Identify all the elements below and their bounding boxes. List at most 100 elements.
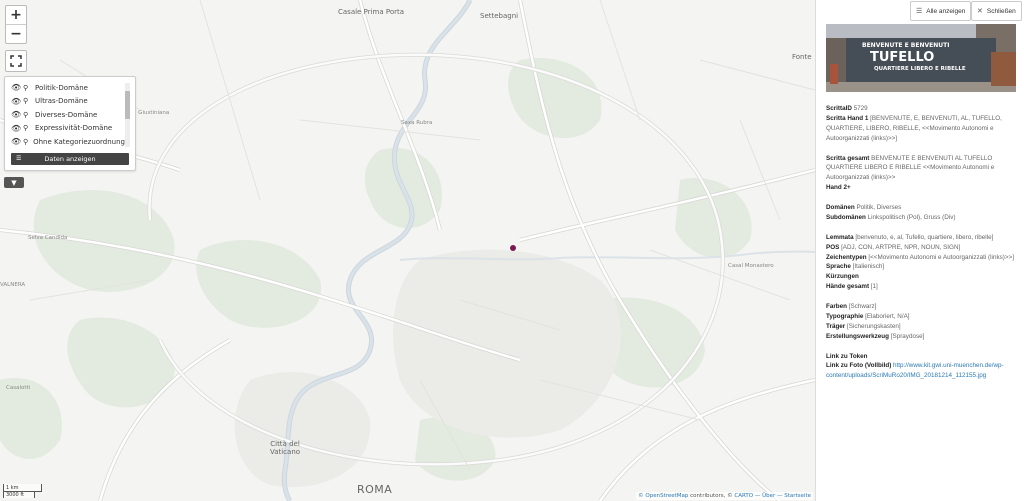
list-icon: ☰ [16,155,22,162]
close-icon: ✕ [977,8,983,15]
zoom-in-button[interactable]: + [6,6,26,24]
info-value: Linkspolitisch (Pol), Gruss (Div) [867,213,956,221]
info-label: Typographie [826,312,864,320]
info-label: Link zu Foto (Vollbild) [826,362,892,370]
place-label: Città del Vaticano [269,440,301,456]
scrollbar-thumb[interactable] [125,91,130,119]
info-value: [benvenuto, e, al, Tufello, quartiere, l… [855,233,994,241]
layer-label: Ultras-Domäne [35,97,88,106]
info-label: ScrittaID [826,105,852,112]
info-label: POS [826,243,840,251]
zoom-control: + − [5,5,27,44]
layer-label: Diverses-Domäne [35,110,98,119]
close-button[interactable]: ✕ Schließen [971,1,1022,21]
info-value: [<<Movimento Autonomi e Autoorganizzati … [868,253,1014,261]
info-row: ScrittaID 5729 [826,104,1020,114]
layer-label: Expressivität-Domäne [35,124,113,133]
info-row: Hand 2+ [826,183,1020,193]
info-value: [Italienisch] [852,263,885,271]
info-row: Kürzungen [826,272,1020,282]
scale-bar: 1 km 3000 ft [3,484,42,498]
about-links[interactable]: — Über — Startseite [755,493,811,499]
layer-list: 👁 ⚲ Politik-Domäne 👁 ⚲ Ultras-Domäne 👁 ⚲ Diver… [11,81,125,149]
zoom-out-button[interactable]: − [6,24,26,43]
place-label: Selva Candida [28,235,68,241]
info-value: [ADJ, CON, ARTPRE, NPR, NOUN, SIGN] [841,243,961,251]
layer-item[interactable]: 👁 ⚲ Expressivität-Domäne [11,122,125,136]
info-row: Zeichentypen [<<Movimento Autonomi e Aut… [826,253,1020,263]
show-all-label: Alle anzeigen [926,7,966,15]
info-label: Domänen [826,204,855,212]
scritta-marker[interactable] [510,245,516,251]
eye-icon[interactable]: 👁 [11,110,21,119]
place-label: VALNERA [0,282,26,288]
close-label: Schließen [986,7,1016,15]
fullscreen-icon [10,55,22,67]
magnifier-icon[interactable]: ⚲ [23,124,32,132]
list-icon: ☰ [916,8,923,15]
attribution-text: contributors, © [690,493,733,499]
info-label: Sprache [826,263,851,271]
info-label: Lemmata [826,233,854,241]
info-label: Farben [826,303,847,311]
info-row: Subdomänen Linkspolitisch (Pol), Gruss (… [826,213,1020,223]
map-attribution: © OpenStreetMap contributors, © CARTO — … [636,492,813,500]
magnifier-icon[interactable]: ⚲ [23,84,32,92]
info-row: Farben [Schwarz] [826,302,1020,312]
info-row: Link zu Token [826,352,1020,362]
layer-label: Politik-Domäne [35,83,88,92]
eye-icon[interactable]: 👁 [11,124,21,133]
info-row: Scritta Hand 1 [BENVENUTE, E, BENVENUTI,… [826,114,1020,144]
scale-ft: 3000 ft [3,491,35,498]
detail-panel: ☰ Alle anzeigen ✕ Schließen BENVENUTE E … [815,0,1024,501]
info-row: Erstellungswerkzeug [Spraydose] [826,332,1020,342]
show-data-button[interactable]: ☰ Daten anzeigen [11,153,129,165]
map-canvas[interactable]: Casale Prima Porta Settebagni Fonte La G… [0,0,815,501]
show-all-button[interactable]: ☰ Alle anzeigen [910,1,972,21]
toggle-panel-button[interactable]: ▼ [4,177,24,188]
info-value: 5729 [853,105,868,112]
token-link[interactable]: Link zu Token [826,353,868,360]
info-label: Hände gesamt [826,283,870,291]
info-label: Zeichentypen [826,253,867,261]
info-label: Erstellungswerkzeug [826,332,889,340]
scritta-info: ScrittaID 5729 Scritta Hand 1 [BENVENUTE… [826,104,1020,381]
place-label: Settebagni [480,12,519,20]
layer-item[interactable]: 👁 ⚲ Politik-Domäne [11,81,125,95]
place-label: Casalotti [6,385,31,391]
info-row: Typographie [Elaboriert, N/A] [826,312,1020,322]
layer-item[interactable]: 👁 ⚲ Diverses-Domäne [11,108,125,122]
show-data-label: Daten anzeigen [44,155,96,163]
photo-caption-2: TUFELLO [870,50,935,65]
info-row: Hände gesamt [1] [826,282,1020,292]
info-row: Sprache [Italienisch] [826,262,1020,272]
info-row: Scritta gesamt BENVENUTE E BENVENUTI AL … [826,154,1020,184]
info-row: Link zu Foto (Vollbild) http://www.kit.g… [826,361,1020,381]
magnifier-icon[interactable]: ⚲ [23,138,30,146]
layer-item[interactable]: 👁 ⚲ Ohne Kategoriezuordnung [11,135,125,149]
osm-link[interactable]: © OpenStreetMap [638,493,688,499]
eye-icon[interactable]: 👁 [11,83,21,92]
info-label: Scritta Hand 1 [826,114,869,122]
caret-down-icon: ▼ [11,178,17,187]
layer-label: Ohne Kategoriezuordnung [33,137,125,146]
layer-item[interactable]: 👁 ⚲ Ultras-Domäne [11,95,125,109]
info-row: Lemmata [benvenuto, e, al, Tufello, quar… [826,233,1020,243]
info-value: Politik, Diverses [856,204,902,212]
eye-icon[interactable]: 👁 [11,97,21,106]
fullscreen-button[interactable] [5,50,27,72]
info-row: POS [ADJ, CON, ARTPRE, NPR, NOUN, SIGN] [826,243,1020,253]
eye-icon[interactable]: 👁 [11,137,21,146]
place-label: Fonte [792,53,812,61]
info-label: Hand 2+ [826,184,851,192]
photo-caption-3: QUARTIERE LIBERO E RIBELLE [874,66,966,72]
scritta-photo[interactable]: BENVENUTE E BENVENUTI TUFELLO QUARTIERE … [826,24,1016,92]
place-label: Casal Monastero [728,263,774,269]
info-label: Subdomänen [826,213,866,221]
info-value: [Elaboriert, N/A] [865,312,910,320]
layer-scrollbar[interactable] [125,83,130,147]
magnifier-icon[interactable]: ⚲ [23,97,32,105]
place-label: Casale Prima Porta [338,8,405,16]
carto-link[interactable]: CARTO [734,493,753,499]
magnifier-icon[interactable]: ⚲ [23,111,32,119]
